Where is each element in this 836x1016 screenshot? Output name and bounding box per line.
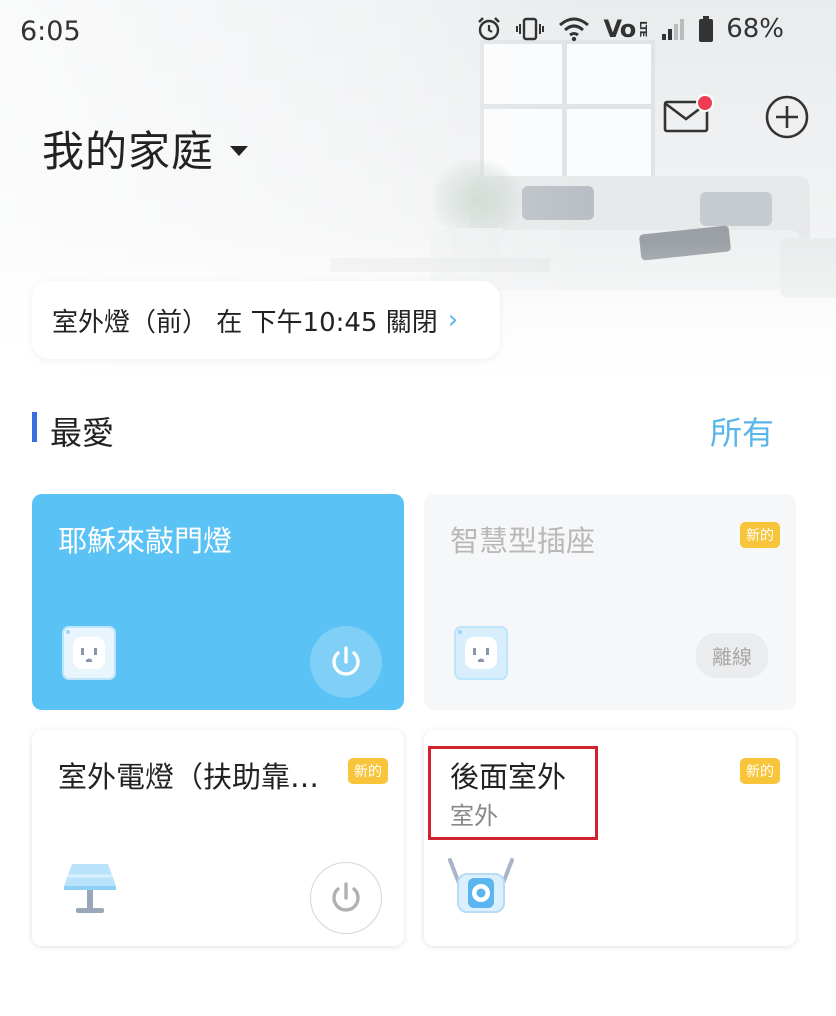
section-indicator bbox=[32, 412, 37, 442]
power-toggle[interactable] bbox=[310, 626, 382, 698]
volte-icon: Vo LTE bbox=[603, 15, 648, 43]
home-name: 我的家庭 bbox=[42, 127, 215, 176]
chevron-right-icon: › bbox=[447, 305, 459, 335]
messages-button[interactable] bbox=[662, 94, 714, 138]
app-screen: 6:05 Vo LTE 68% 我的家庭 室外燈（前） 在 下午10:45 關閉… bbox=[0, 0, 836, 1016]
lte-label: LTE bbox=[637, 21, 649, 37]
smart-plug-icon bbox=[454, 626, 508, 680]
view-all-link[interactable]: 所有 bbox=[710, 408, 774, 454]
highlight-annotation bbox=[428, 746, 598, 840]
power-toggle[interactable] bbox=[310, 862, 382, 934]
smart-plug-icon bbox=[62, 626, 116, 680]
status-bar: 6:05 Vo LTE 68% bbox=[0, 0, 836, 64]
device-card-0[interactable]: 耶穌來敲門燈 bbox=[32, 494, 404, 710]
device-card-2[interactable]: 室外電燈（扶助靠… 新的 bbox=[32, 730, 404, 946]
wifi-icon bbox=[557, 15, 591, 43]
plus-circle-icon bbox=[765, 95, 809, 139]
battery-percent: 68% bbox=[726, 14, 784, 44]
new-badge: 新的 bbox=[348, 758, 388, 784]
new-badge: 新的 bbox=[740, 522, 780, 548]
volte-label: Vo bbox=[603, 15, 636, 43]
device-name: 智慧型插座 bbox=[450, 524, 596, 558]
vibrate-icon bbox=[515, 16, 545, 42]
device-name: 室外電燈（扶助靠… bbox=[58, 760, 320, 794]
lamp-icon bbox=[64, 864, 116, 913]
offline-status: 離線 bbox=[696, 633, 768, 678]
cell-signal-icon bbox=[660, 17, 686, 41]
power-icon bbox=[332, 882, 360, 912]
power-icon bbox=[332, 646, 360, 676]
status-icons: Vo LTE 68% bbox=[475, 14, 784, 44]
alarm-icon bbox=[475, 15, 503, 43]
device-name: 耶穌來敲門燈 bbox=[58, 524, 233, 558]
favorites-title: 最愛 bbox=[50, 414, 115, 452]
device-card-1[interactable]: 智慧型插座 新的 離線 bbox=[424, 494, 796, 710]
schedule-text: 室外燈（前） 在 下午10:45 關閉 bbox=[52, 307, 438, 338]
new-badge: 新的 bbox=[740, 758, 780, 784]
camera-icon bbox=[448, 858, 514, 913]
status-time: 6:05 bbox=[20, 16, 81, 47]
notification-dot bbox=[696, 94, 714, 112]
caret-down-icon bbox=[230, 145, 249, 156]
add-device-button[interactable] bbox=[764, 94, 810, 140]
battery-icon bbox=[698, 15, 714, 43]
home-selector[interactable]: 我的家庭 bbox=[42, 118, 249, 179]
schedule-notice[interactable]: 室外燈（前） 在 下午10:45 關閉 › bbox=[32, 281, 500, 359]
